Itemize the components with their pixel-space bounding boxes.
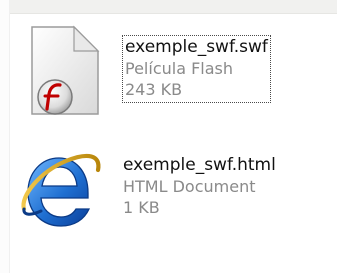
pane-left-edge <box>0 0 10 273</box>
file-item-html[interactable]: exemple_swf.html HTML Document 1 KB <box>18 136 318 236</box>
header-divider <box>0 13 337 14</box>
header-strip <box>0 0 337 13</box>
file-size: 1 KB <box>123 198 160 217</box>
file-type: Película Flash <box>125 59 234 78</box>
file-label[interactable]: exemple_swf.html HTML Document 1 KB <box>123 155 276 218</box>
flash-movie-icon[interactable] <box>18 18 112 118</box>
file-type: HTML Document <box>123 177 256 196</box>
file-name[interactable]: exemple_swf.html <box>123 155 276 176</box>
file-label-selected[interactable]: exemple_swf.swf Película Flash 243 KB <box>122 35 271 103</box>
internet-explorer-icon[interactable] <box>18 136 112 236</box>
file-name[interactable]: exemple_swf.swf <box>125 37 268 58</box>
file-item-swf[interactable]: exemple_swf.swf Película Flash 243 KB <box>18 18 318 118</box>
file-size: 243 KB <box>125 80 183 99</box>
